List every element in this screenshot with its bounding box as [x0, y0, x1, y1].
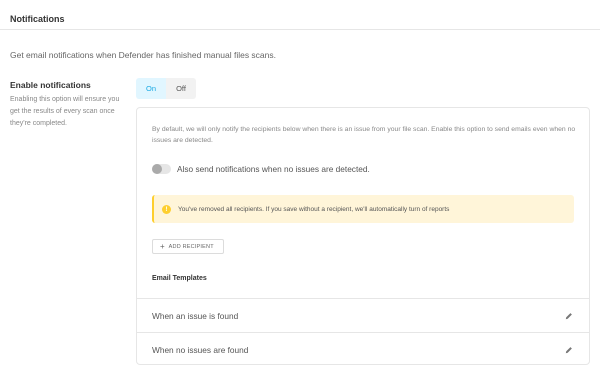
enable-notifications-section: Enable notifications Enabling this optio…	[10, 80, 125, 130]
intro-text: Get email notifications when Defender ha…	[10, 50, 277, 60]
toggle-off-button[interactable]: Off	[166, 78, 196, 99]
page-title: Notifications	[10, 14, 65, 24]
email-templates-heading: Email Templates	[152, 275, 207, 282]
no-issues-switch-label: Also send notifications when no issues a…	[177, 164, 370, 174]
warning-notice: ! You've removed all recipients. If you …	[152, 195, 574, 223]
pencil-icon[interactable]	[565, 312, 573, 320]
enable-notifications-description: Enabling this option will ensure you get…	[10, 96, 120, 127]
add-recipient-label: ADD RECIPIENT	[168, 243, 214, 250]
warning-notice-text: You've removed all recipients. If you sa…	[178, 205, 450, 213]
notification-settings-card: By default, we will only notify the reci…	[136, 107, 590, 365]
template-label: When no issues are found	[152, 344, 249, 355]
card-description: By default, we will only notify the reci…	[152, 126, 576, 144]
warning-icon: !	[162, 204, 171, 214]
no-issues-switch-row: Also send notifications when no issues a…	[152, 164, 370, 174]
add-recipient-button[interactable]: + ADD RECIPIENT	[152, 239, 224, 254]
switch-knob	[152, 164, 162, 174]
no-issues-switch[interactable]	[152, 164, 171, 174]
template-row-issue-found[interactable]: When an issue is found	[137, 298, 589, 332]
page-header: Notifications	[0, 0, 600, 30]
template-row-no-issues-found[interactable]: When no issues are found	[137, 332, 589, 366]
plus-icon: +	[160, 241, 165, 251]
enable-toggle-group: On Off	[136, 78, 196, 99]
enable-notifications-label: Enable notifications	[10, 80, 91, 90]
template-label: When an issue is found	[152, 310, 239, 321]
pencil-icon[interactable]	[565, 346, 573, 354]
toggle-on-button[interactable]: On	[136, 78, 166, 99]
